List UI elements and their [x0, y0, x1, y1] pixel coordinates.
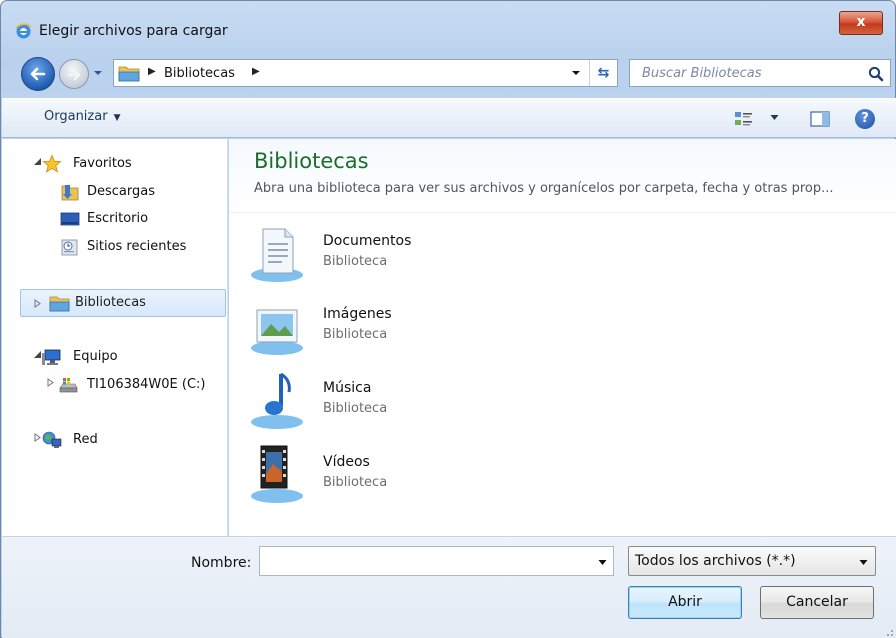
tree-item-libraries[interactable]: Bibliotecas — [20, 289, 226, 317]
window-title: Elegir archivos para cargar — [39, 23, 228, 39]
command-bar: Organizar ▼ ? — [2, 98, 896, 138]
library-type: Biblioteca — [323, 254, 388, 269]
help-icon[interactable]: ? — [855, 109, 875, 129]
desktop-icon — [60, 212, 80, 226]
breadcrumb-separator-icon[interactable]: ▶ — [148, 66, 156, 77]
filename-label: Nombre: — [191, 555, 252, 571]
resize-grip-icon[interactable] — [884, 627, 894, 637]
tree-label: Sitios recientes — [87, 239, 187, 254]
tree-item-drive-c[interactable]: TI106384W0E (C:) — [2, 374, 212, 396]
address-dropdown-icon[interactable] — [571, 69, 581, 77]
tree-item-downloads[interactable]: Descargas — [2, 181, 202, 203]
breadcrumb-libraries[interactable]: Bibliotecas — [164, 66, 235, 81]
collapsed-arrow-icon[interactable] — [33, 299, 42, 308]
library-name: Documentos — [323, 233, 412, 249]
dialog-footer: Nombre: Todos los archivos (*.*) Abrir C… — [2, 536, 896, 638]
filetype-select[interactable]: Todos los archivos (*.*) — [628, 546, 876, 576]
arrow-left-icon — [30, 67, 46, 81]
expanded-arrow-icon[interactable] — [33, 350, 42, 359]
file-open-dialog: Elegir archivos para cargar x ▶ Bibliote… — [0, 0, 896, 638]
expanded-arrow-icon[interactable] — [33, 157, 42, 166]
documents-library-icon — [251, 228, 303, 282]
libraries-folder-icon — [49, 296, 70, 312]
tree-item-favorites[interactable]: Favoritos — [2, 153, 202, 175]
tree-label: Escritorio — [87, 211, 149, 226]
collapsed-arrow-icon[interactable] — [33, 433, 42, 442]
breadcrumb-separator-icon[interactable]: ▶ — [252, 66, 260, 77]
music-library-icon — [251, 372, 303, 429]
view-options-dropdown-icon[interactable] — [770, 114, 779, 121]
library-item-pictures[interactable]: Imágenes Biblioteca — [249, 296, 549, 362]
tree-item-computer[interactable]: Equipo — [2, 346, 202, 368]
cancel-button[interactable]: Cancelar — [760, 586, 874, 619]
tree-item-desktop[interactable]: Escritorio — [2, 208, 202, 230]
recent-places-icon — [61, 239, 78, 256]
refresh-icon: ⇆ — [597, 65, 610, 81]
search-box[interactable]: Buscar Bibliotecas — [629, 59, 891, 87]
library-item-music[interactable]: Música Biblioteca — [249, 370, 549, 436]
library-header: Bibliotecas Abra una biblioteca para ver… — [229, 139, 896, 213]
downloads-folder-icon — [61, 185, 79, 201]
tree-label: Equipo — [73, 349, 118, 364]
internet-explorer-icon — [15, 23, 32, 39]
arrow-right-icon — [67, 69, 81, 81]
library-name: Vídeos — [323, 454, 370, 470]
close-icon: x — [856, 14, 866, 30]
library-item-documents[interactable]: Documentos Biblioteca — [249, 223, 549, 289]
title-bar[interactable]: Elegir archivos para cargar x — [1, 1, 895, 51]
library-type: Biblioteca — [323, 327, 388, 342]
filename-input[interactable] — [259, 546, 614, 576]
tree-label: Favoritos — [73, 156, 132, 171]
forward-button[interactable] — [59, 59, 89, 89]
network-icon — [42, 431, 62, 448]
library-type: Biblioteca — [323, 475, 388, 490]
tree-label: Descargas — [87, 184, 156, 199]
tree-label: TI106384W0E (C:) — [87, 377, 206, 392]
page-description: Abra una biblioteca para ver sus archivo… — [254, 181, 834, 196]
pictures-library-icon — [251, 309, 303, 355]
chevron-down-icon — [859, 560, 868, 565]
tree-label: Red — [73, 432, 98, 447]
tree-item-network[interactable]: Red — [2, 429, 202, 451]
tree-item-recent-places[interactable]: Sitios recientes — [2, 236, 202, 258]
library-name: Imágenes — [323, 306, 392, 322]
library-item-videos[interactable]: Vídeos Biblioteca — [249, 444, 549, 510]
star-icon — [42, 154, 62, 173]
preview-pane-icon[interactable] — [810, 110, 830, 128]
libraries-folder-icon — [118, 66, 140, 82]
search-icon[interactable] — [866, 64, 886, 84]
close-button[interactable]: x — [839, 11, 883, 35]
filetype-selected: Todos los archivos (*.*) — [635, 553, 796, 569]
chevron-down-icon: ▼ — [113, 113, 121, 123]
recent-pages-dropdown-icon[interactable] — [93, 69, 103, 77]
tree-label: Bibliotecas — [75, 295, 146, 310]
search-placeholder: Buscar Bibliotecas — [642, 66, 762, 81]
organize-button[interactable]: Organizar ▼ — [44, 109, 120, 124]
back-button[interactable] — [21, 57, 55, 91]
computer-icon — [42, 349, 61, 365]
change-view-icon[interactable] — [734, 110, 754, 128]
drive-icon — [59, 378, 78, 393]
organize-label: Organizar — [44, 109, 108, 124]
navigation-pane: Favoritos Descargas Escritorio Sitios re… — [2, 139, 228, 536]
address-bar[interactable]: ▶ Bibliotecas ▶ ⇆ — [113, 59, 618, 87]
page-title: Bibliotecas — [254, 149, 369, 173]
videos-library-icon — [251, 445, 303, 503]
library-name: Música — [323, 380, 372, 396]
library-type: Biblioteca — [323, 401, 388, 416]
filename-dropdown-icon[interactable] — [598, 559, 607, 566]
file-list: Bibliotecas Abra una biblioteca para ver… — [229, 139, 896, 536]
refresh-button[interactable]: ⇆ — [589, 60, 617, 86]
open-button[interactable]: Abrir — [628, 586, 742, 619]
collapsed-arrow-icon[interactable] — [46, 378, 55, 387]
